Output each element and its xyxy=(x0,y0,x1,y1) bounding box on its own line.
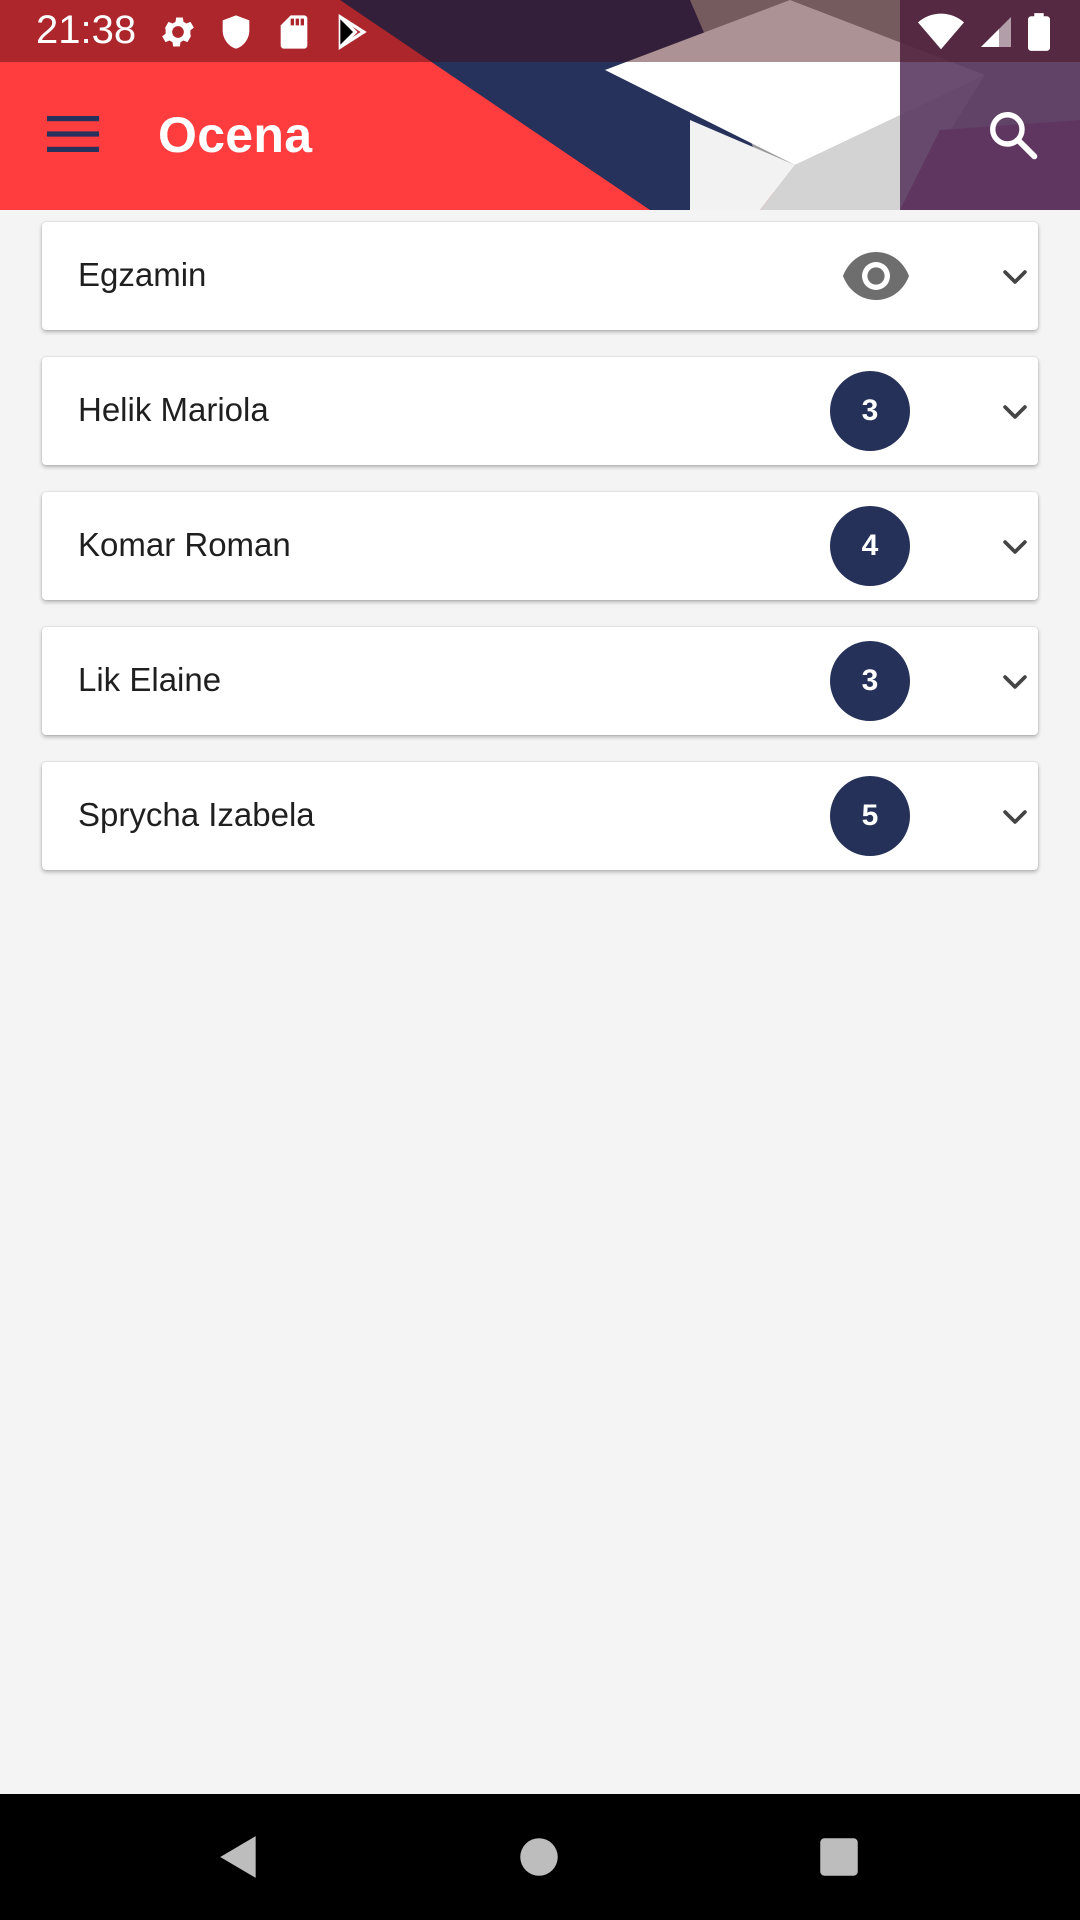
list-item[interactable]: Egzamin xyxy=(42,222,1038,330)
app-header: 21:38 Ocena xyxy=(0,0,1080,210)
chevron-down-icon[interactable] xyxy=(998,260,1032,294)
search-button[interactable] xyxy=(976,98,1050,172)
grade-badge: 3 xyxy=(830,641,910,721)
list-item[interactable]: Sprycha Izabela 5 xyxy=(42,762,1038,870)
chevron-down-icon[interactable] xyxy=(998,665,1032,699)
list-item-label: Egzamin xyxy=(78,256,207,293)
toolbar: Ocena xyxy=(0,62,1080,210)
sd-card-icon xyxy=(280,15,308,49)
list-item[interactable]: Helik Mariola 3 xyxy=(42,357,1038,465)
screen: 21:38 Ocena Egzamin Helik Mariola 3 Koma… xyxy=(0,0,1080,1920)
list-item[interactable]: Lik Elaine 3 xyxy=(42,627,1038,735)
home-icon[interactable] xyxy=(514,1832,564,1882)
eye-icon[interactable] xyxy=(842,250,910,302)
chevron-down-icon[interactable] xyxy=(998,395,1032,429)
grade-badge: 4 xyxy=(830,506,910,586)
chevron-down-icon[interactable] xyxy=(998,530,1032,564)
list-item[interactable]: Komar Roman 4 xyxy=(42,492,1038,600)
menu-icon xyxy=(47,116,99,152)
list-item-label: Komar Roman xyxy=(78,526,291,563)
chevron-down-icon[interactable] xyxy=(998,800,1032,834)
menu-button[interactable] xyxy=(36,104,110,164)
page-title: Ocena xyxy=(158,107,313,163)
back-icon[interactable] xyxy=(214,1832,264,1882)
grade-list: Egzamin Helik Mariola 3 Komar Roman 4 Li… xyxy=(42,222,1038,897)
battery-icon xyxy=(1028,13,1050,51)
status-notification-icons xyxy=(158,12,372,52)
list-item-label: Lik Elaine xyxy=(78,661,222,698)
wifi-icon xyxy=(918,13,964,50)
search-icon xyxy=(990,112,1038,160)
status-time: 21:38 xyxy=(36,8,137,52)
grade-badge: 5 xyxy=(830,776,910,856)
play-store-icon xyxy=(338,13,367,51)
signal-icon xyxy=(981,17,1011,47)
system-navigation-bar xyxy=(0,1794,1080,1920)
grade-badge: 3 xyxy=(830,371,910,451)
shield-icon xyxy=(222,15,250,49)
settings-icon xyxy=(162,17,194,47)
status-system-icons xyxy=(918,12,1050,52)
status-bar: 21:38 xyxy=(0,0,1080,62)
recent-apps-icon[interactable] xyxy=(814,1832,864,1882)
list-item-label: Helik Mariola xyxy=(78,391,269,428)
list-item-label: Sprycha Izabela xyxy=(78,796,315,833)
